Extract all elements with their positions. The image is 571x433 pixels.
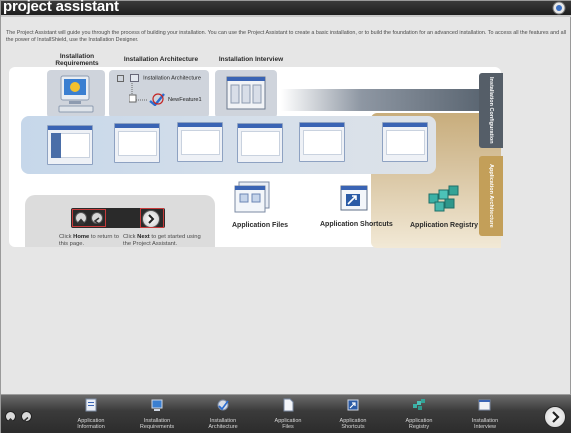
application-architecture-tab[interactable]: Application Architecture: [479, 156, 503, 236]
home-icon: [7, 418, 14, 424]
project-assistant-window: project assistant The Project Assistant …: [0, 0, 571, 433]
application-files-icon: [283, 398, 294, 412]
installation-requirements-tile[interactable]: [47, 70, 105, 118]
dialog-windows-icon: [226, 76, 266, 110]
architecture-tree-root: Installation Architecture: [117, 74, 201, 82]
next-help-text: Click Next to get started using the Proj…: [123, 234, 201, 247]
installation-architecture-icon: [217, 399, 229, 411]
application-information-icon: [85, 398, 97, 412]
application-shortcuts-label[interactable]: Application Shortcuts: [320, 221, 393, 228]
header-divider: [1, 15, 571, 17]
installation-requirements-icon: [151, 399, 163, 411]
application-registry-label[interactable]: Application Registry: [410, 222, 478, 229]
application-shortcuts-icon: [347, 399, 359, 411]
dialog-thumbnail[interactable]: [382, 122, 428, 162]
footer-next-button[interactable]: [544, 406, 566, 428]
arrow-right-icon: [552, 411, 560, 423]
computer-icon: [58, 75, 94, 113]
header-bar: project assistant: [1, 0, 571, 15]
home-highlight-frame: [72, 209, 106, 227]
home-help-text: Click Home to return to this page.: [59, 234, 119, 247]
dialog-thumbnail[interactable]: [47, 125, 93, 165]
footer-item-application-registry[interactable]: Application Registry: [387, 398, 451, 430]
footer-item-application-information[interactable]: Application Information: [59, 398, 123, 430]
application-files-icon[interactable]: [229, 181, 275, 217]
dialog-thumbnail[interactable]: [299, 122, 345, 162]
footer-item-application-shortcuts[interactable]: Application Shortcuts: [321, 398, 385, 430]
installation-interview-tile[interactable]: [215, 70, 277, 118]
footer-home-button[interactable]: [5, 411, 16, 424]
application-shortcuts-icon[interactable]: [337, 184, 371, 216]
dialog-thumbnail[interactable]: [237, 123, 283, 163]
page-title: project assistant: [3, 0, 119, 15]
footer-item-installation-interview[interactable]: Installation Interview: [453, 398, 517, 430]
label-installation-requirements[interactable]: Installation Requirements: [49, 53, 105, 67]
footer-item-installation-architecture[interactable]: Installation Architecture: [191, 398, 255, 430]
installation-interview-icon: [478, 399, 491, 411]
label-installation-architecture[interactable]: Installation Architecture: [119, 56, 203, 63]
arrow-left-icon: [23, 416, 29, 425]
feature-icon: [149, 93, 165, 106]
footer-item-installation-requirements[interactable]: Installation Requirements: [125, 398, 189, 430]
application-files-label[interactable]: Application Files: [232, 222, 288, 229]
installation-configuration-tab[interactable]: Installation Configuration: [479, 73, 503, 148]
application-registry-icon: [413, 399, 425, 410]
intro-text: The Project Assistant will guide you thr…: [6, 30, 566, 43]
dialog-thumbnail[interactable]: [177, 122, 223, 162]
architecture-tree-feature[interactable]: NewFeature1: [168, 97, 202, 103]
label-installation-interview[interactable]: Installation Interview: [211, 56, 291, 63]
footer-item-application-files[interactable]: Application Files: [256, 398, 320, 430]
application-registry-icon[interactable]: [425, 180, 461, 216]
configuration-band: [281, 89, 481, 111]
dialog-thumbnail[interactable]: [114, 123, 160, 163]
help-icon[interactable]: [552, 1, 566, 15]
next-highlight-frame: [140, 208, 164, 228]
footer-back-button[interactable]: [21, 411, 32, 425]
